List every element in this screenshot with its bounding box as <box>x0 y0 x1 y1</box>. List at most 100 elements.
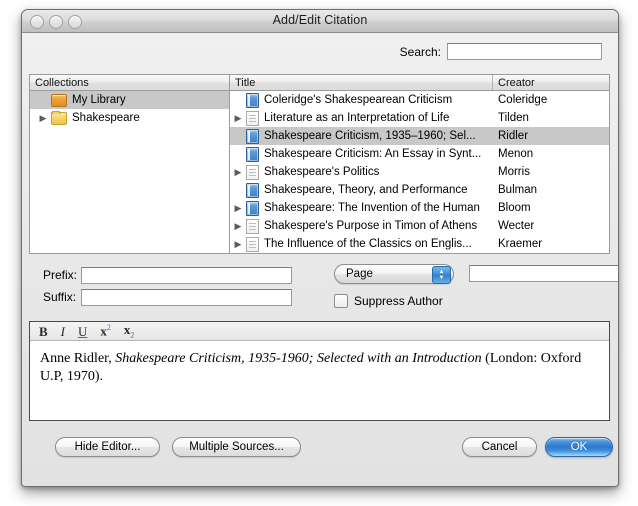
window-titlebar: Add/Edit Citation <box>22 10 618 33</box>
table-row[interactable]: ▶ The Influence of the Classics on Englis… <box>230 235 609 253</box>
table-row[interactable]: ▶ Shakespeare Criticism: An Essay in Synt… <box>230 145 609 163</box>
citation-preview-text[interactable]: Anne Ridler, Shakespeare Criticism, 1935… <box>30 341 609 387</box>
source-panels: Collections ▶ My Library ▶ Shakespeare Titl… <box>29 74 610 254</box>
locator-type-label: Page <box>346 268 373 280</box>
disclosure-triangle-icon[interactable]: ▶ <box>35 113 51 123</box>
suffix-row: Suffix: <box>29 286 610 308</box>
table-row[interactable]: ▶ Shakespeare, Theory, and Performance Bul… <box>230 181 609 199</box>
collections-header-label: Collections <box>35 76 89 89</box>
cell-title: Coleridge's Shakespearean Criticism <box>264 94 453 106</box>
folder-icon <box>51 110 67 125</box>
book-icon <box>246 128 259 144</box>
suppress-author-label: Suppress Author <box>354 294 443 308</box>
ok-button[interactable]: OK <box>545 437 613 457</box>
bold-glyph: B <box>39 323 48 339</box>
disclosure-triangle-icon[interactable]: ▶ <box>230 221 246 231</box>
cell-title: Literature as an Interpretation of Life <box>264 112 450 124</box>
table-row[interactable]: ▶ Coleridge's Shakespearean Criticism Cole… <box>230 91 609 109</box>
search-row: Search: <box>400 43 602 60</box>
search-input[interactable] <box>447 43 602 60</box>
locator-value-input[interactable] <box>469 265 618 282</box>
locator-type-dropdown[interactable]: Page ▲ ▼ <box>334 264 454 284</box>
disclosure-triangle-icon[interactable]: ▶ <box>230 113 246 123</box>
bold-button[interactable]: B <box>39 325 48 338</box>
book-icon <box>246 146 259 162</box>
disclosure-spacer: ▶ <box>230 132 246 141</box>
column-header-title[interactable]: Title <box>230 75 493 90</box>
multiple-sources-button[interactable]: Multiple Sources... <box>172 437 301 457</box>
titles-header: Title Creator <box>230 75 609 91</box>
disclosure-triangle-icon[interactable]: ▶ <box>230 167 246 177</box>
citation-editor: B I U x2 x2 Anne Ridler, Shakespeare Cri… <box>29 321 610 421</box>
cell-creator: Coleridge <box>498 94 548 106</box>
citation-author: Anne Ridler, <box>40 351 116 366</box>
cell-title: Shakespeare: The Invention of the Human <box>264 202 480 214</box>
suffix-label: Suffix: <box>43 290 77 304</box>
chevron-down-icon: ▼ <box>438 275 445 281</box>
cell-creator: Ridler <box>498 130 529 142</box>
titles-list: ▶ Coleridge's Shakespearean Criticism Cole… <box>230 91 609 253</box>
cell-creator: Menon <box>498 148 534 160</box>
italic-button[interactable]: I <box>61 325 65 338</box>
cell-creator: Bulman <box>498 184 537 196</box>
italic-glyph: I <box>60 323 66 339</box>
dialog-body: Search: Collections ▶ My Library ▶ Shakespe… <box>22 33 618 486</box>
cell-creator: Morris <box>498 166 530 178</box>
cell-title: Shakespeare's Politics <box>264 166 380 178</box>
cancel-button[interactable]: Cancel <box>462 437 537 457</box>
suppress-author-row[interactable]: Suppress Author <box>334 294 454 308</box>
book-icon <box>246 182 259 198</box>
table-row[interactable]: ▶ Literature as an Interpretation of Life… <box>230 109 609 127</box>
prefix-input[interactable] <box>81 266 292 284</box>
cell-title: The Influence of the Classics on Englis.… <box>264 238 472 250</box>
table-row[interactable]: ▶ Shakespeare Criticism, 1935–1960; Sel..… <box>230 127 609 145</box>
titles-pane: Title Creator ▶ Coleridge's Shakespearean… <box>230 75 609 253</box>
locator-controls: Page ▲ ▼ Suppress Author <box>334 264 618 308</box>
disclosure-spacer: ▶ <box>35 96 51 105</box>
document-icon <box>246 218 259 234</box>
collections-header: Collections <box>30 75 229 91</box>
cell-title: Shakespeare Criticism, 1935–1960; Sel... <box>264 130 476 142</box>
collections-pane: Collections ▶ My Library ▶ Shakespeare <box>30 75 230 253</box>
table-row[interactable]: ▶ Shakespere's Purpose in Timon of Athens… <box>230 217 609 235</box>
superscript-exponent: 2 <box>106 323 111 333</box>
editor-toolbar: B I U x2 x2 <box>30 322 609 341</box>
cell-creator: Bloom <box>498 202 531 214</box>
superscript-button[interactable]: x2 <box>100 323 111 338</box>
document-icon <box>246 236 259 252</box>
chevron-updown-icon[interactable]: ▲ ▼ <box>432 266 451 284</box>
subscript-exponent: 2 <box>130 330 135 340</box>
citation-dialog-window: Add/Edit Citation Search: Collections ▶ M… <box>21 9 619 487</box>
table-row[interactable]: ▶ Shakespeare's Politics Morris <box>230 163 609 181</box>
cell-creator: Kraemer <box>498 238 543 250</box>
suffix-input[interactable] <box>81 288 292 306</box>
cell-creator: Wecter <box>498 220 535 232</box>
collection-label: Shakespeare <box>72 112 140 124</box>
collections-list: ▶ My Library ▶ Shakespeare <box>30 91 229 127</box>
book-icon <box>246 200 259 216</box>
prefix-label: Prefix: <box>43 268 78 282</box>
dialog-buttons: Hide Editor... Multiple Sources... Cance… <box>22 437 618 467</box>
column-header-creator[interactable]: Creator <box>493 75 609 90</box>
citation-title: Shakespeare Criticism, 1935-1960; Select… <box>115 351 482 366</box>
underline-button[interactable]: U <box>78 325 87 338</box>
document-icon <box>246 110 259 126</box>
window-title: Add/Edit Citation <box>272 13 368 27</box>
disclosure-spacer: ▶ <box>230 186 246 195</box>
suppress-author-checkbox[interactable] <box>334 294 348 308</box>
disclosure-spacer: ▶ <box>230 96 246 105</box>
collection-row[interactable]: ▶ My Library <box>30 91 229 109</box>
collection-row[interactable]: ▶ Shakespeare <box>30 109 229 127</box>
cell-title: Shakespeare Criticism: An Essay in Synt.… <box>264 148 482 160</box>
subscript-button[interactable]: x2 <box>124 323 135 340</box>
search-label: Search: <box>399 44 441 59</box>
disclosure-triangle-icon[interactable]: ▶ <box>230 239 246 249</box>
document-icon <box>246 164 259 180</box>
cell-title: Shakespeare, Theory, and Performance <box>264 184 468 196</box>
underline-glyph: U <box>78 323 88 339</box>
hide-editor-button[interactable]: Hide Editor... <box>55 437 160 457</box>
table-row[interactable]: ▶ Shakespeare: The Invention of the Human… <box>230 199 609 217</box>
collection-label: My Library <box>72 94 126 106</box>
disclosure-spacer: ▶ <box>230 150 246 159</box>
disclosure-triangle-icon[interactable]: ▶ <box>230 203 246 213</box>
